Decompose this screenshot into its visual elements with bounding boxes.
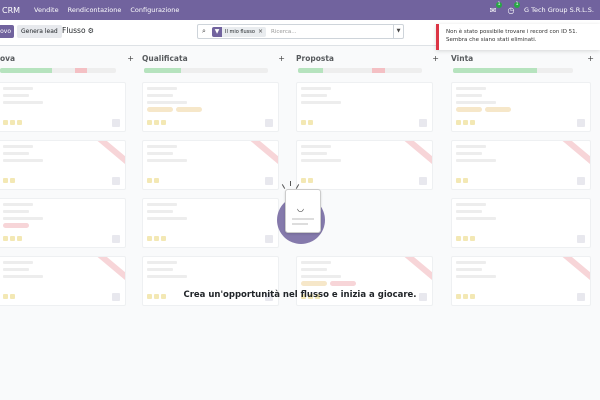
- activity-badge: 1: [514, 2, 520, 8]
- notification-toast[interactable]: Non è stato possibile trovare i record c…: [436, 24, 600, 50]
- page-title: Flusso: [62, 26, 86, 35]
- top-navbar: CRM Vendite Rendicontazione Configurazio…: [0, 0, 600, 20]
- empty-state-message: Crea un'opportunità nel flusso e inizia …: [183, 290, 417, 300]
- chat-badge: 1: [496, 2, 502, 8]
- app-name[interactable]: CRM: [2, 6, 20, 15]
- search-input[interactable]: Ricerca...: [271, 29, 393, 35]
- menu-item-configuration[interactable]: Configurazione: [130, 6, 179, 14]
- company-name[interactable]: G Tech Group S.R.L.S.: [524, 6, 594, 14]
- search-options-toggle[interactable]: ▼: [393, 25, 403, 38]
- search-bar[interactable]: ⌕ ▼ Il mio flusso × Ricerca... ▼: [197, 24, 404, 39]
- notification-message: Non è stato possibile trovare i record c…: [446, 29, 578, 43]
- navbar-systray: ✉ 1 ◷ 1 G Tech Group S.R.L.S.: [488, 0, 594, 20]
- new-button[interactable]: ovo: [0, 25, 14, 38]
- gear-icon[interactable]: ⚙: [88, 27, 94, 35]
- menu-item-sales[interactable]: Vendite: [34, 6, 59, 14]
- empty-state-helper: ◡ Crea un'opportunità nel flusso e inizi…: [0, 46, 600, 400]
- filter-icon: ▼: [212, 26, 222, 37]
- search-facet: ▼ Il mio flusso ×: [212, 26, 266, 37]
- remove-facet-icon[interactable]: ×: [258, 28, 266, 35]
- chat-icon[interactable]: ✉ 1: [488, 2, 502, 15]
- activity-clock-icon[interactable]: ◷ 1: [506, 2, 520, 15]
- search-facet-label: Il mio flusso: [225, 28, 255, 35]
- breadcrumb: Flusso ⚙: [62, 26, 94, 35]
- caret-down-icon: ▼: [396, 28, 401, 34]
- generate-leads-button[interactable]: Genera lead: [17, 25, 62, 38]
- search-icon: ⌕: [202, 27, 206, 35]
- menu-item-reporting[interactable]: Rendicontazione: [68, 6, 122, 14]
- smiling-document-icon: ◡: [285, 189, 321, 233]
